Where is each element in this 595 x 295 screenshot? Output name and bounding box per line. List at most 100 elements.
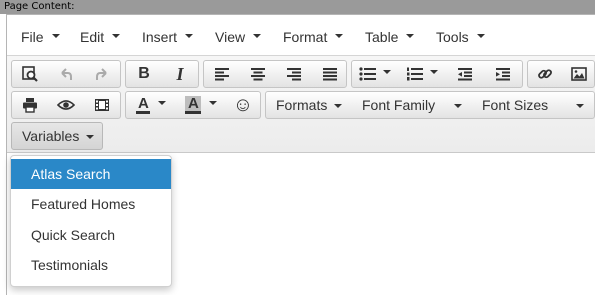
chevron-down-icon (334, 104, 342, 108)
variables-group: Variables (11, 122, 103, 150)
bold-button[interactable]: B (126, 61, 162, 87)
font-sizes-label: Font Sizes (482, 97, 549, 113)
variables-menu: Atlas Search Featured Homes Quick Search… (10, 155, 172, 287)
history-group (11, 60, 121, 88)
menu-tools-label: Tools (436, 29, 469, 45)
text-color-button[interactable]: A (126, 92, 176, 118)
media-group (11, 91, 121, 119)
menu-edit[interactable]: Edit (80, 28, 121, 46)
menu-insert[interactable]: Insert (142, 28, 194, 46)
formats-dropdown[interactable]: Formats (266, 92, 352, 118)
toolbar: B I A A ☺ Formats Font Family Font Sizes… (7, 55, 595, 153)
menu-edit-label: Edit (80, 29, 105, 45)
text-color-swatch (136, 111, 150, 114)
redo-button[interactable] (84, 61, 120, 87)
outdent-button[interactable] (446, 61, 484, 87)
variables-dropdown[interactable]: Variables (12, 123, 102, 149)
chevron-down-icon (576, 104, 584, 108)
background-color-button[interactable]: A (176, 92, 226, 118)
font-sizes-dropdown[interactable]: Font Sizes (472, 92, 594, 118)
film-icon (95, 99, 109, 111)
align-right-button[interactable] (276, 61, 312, 87)
menu-tools[interactable]: Tools (436, 28, 485, 46)
formats-label: Formats (276, 97, 328, 113)
variables-menu-item-featured-homes[interactable]: Featured Homes (11, 189, 171, 219)
align-left-icon (215, 68, 229, 81)
find-replace-button[interactable] (12, 61, 48, 87)
outdent-icon (458, 68, 472, 81)
print-icon (23, 98, 37, 113)
redo-icon (96, 68, 107, 80)
align-left-button[interactable] (204, 61, 240, 87)
align-center-icon (251, 68, 265, 81)
chevron-down-icon (185, 34, 194, 39)
variables-menu-item-testimonials[interactable]: Testimonials (11, 250, 171, 280)
menu-bar: File Edit Insert View Format Table Tools (7, 15, 595, 55)
bullet-list-icon (359, 67, 376, 81)
chevron-down-icon (51, 34, 60, 39)
chevron-down-icon (209, 101, 217, 105)
menu-insert-label: Insert (142, 29, 178, 45)
menu-table[interactable]: Table (365, 28, 415, 46)
print-button[interactable] (12, 92, 48, 118)
font-family-dropdown[interactable]: Font Family (352, 92, 472, 118)
text-color-glyph: A (138, 95, 149, 112)
eye-icon (57, 100, 75, 110)
background-color-glyph: A (188, 95, 199, 112)
variables-menu-item-quick-search[interactable]: Quick Search (11, 220, 171, 250)
background-color-icon: A (185, 95, 201, 115)
align-group (203, 60, 347, 88)
chevron-down-icon (112, 34, 121, 39)
image-icon (571, 67, 587, 81)
insert-image-button[interactable] (562, 61, 595, 87)
chevron-down-icon (476, 34, 485, 39)
preview-button[interactable] (48, 92, 84, 118)
rich-text-editor: File Edit Insert View Format Table Tools… (6, 14, 595, 295)
text-color-icon: A (136, 95, 150, 115)
indent-icon (496, 68, 510, 81)
menu-table-label: Table (365, 29, 399, 45)
italic-button[interactable]: I (162, 61, 198, 87)
color-group: A A ☺ (125, 91, 261, 119)
align-justify-button[interactable] (312, 61, 348, 87)
undo-icon (61, 68, 72, 80)
background-color-underline (185, 111, 201, 114)
chevron-down-icon (86, 135, 94, 139)
align-right-icon (287, 68, 301, 81)
chevron-down-icon (253, 34, 262, 39)
emoticon-icon: ☺ (232, 94, 254, 116)
menu-file[interactable]: File (21, 28, 60, 46)
bold-icon: B (138, 65, 150, 82)
chevron-down-icon (158, 101, 166, 105)
insert-link-button[interactable] (528, 61, 562, 87)
menu-file-label: File (21, 29, 44, 45)
align-center-button[interactable] (240, 61, 276, 87)
chevron-down-icon (406, 34, 415, 39)
menu-format[interactable]: Format (283, 28, 344, 46)
chevron-down-icon (335, 34, 344, 39)
menu-view-label: View (215, 29, 246, 45)
list-group (351, 60, 523, 88)
numbered-list-icon (407, 67, 423, 81)
page-content-label: Page Content: (0, 0, 595, 14)
insert-group (527, 60, 595, 88)
italic-icon: I (176, 63, 184, 84)
basic-format-group: B I (125, 60, 199, 88)
undo-button[interactable] (48, 61, 84, 87)
chevron-down-icon (383, 70, 391, 74)
find-replace-icon (22, 66, 38, 82)
numbered-list-button[interactable] (398, 61, 446, 87)
emoticons-button[interactable]: ☺ (226, 92, 260, 118)
link-icon (538, 69, 552, 79)
chevron-down-icon (454, 104, 462, 108)
indent-button[interactable] (484, 61, 522, 87)
insert-media-button[interactable] (84, 92, 120, 118)
chevron-down-icon (430, 70, 438, 74)
font-family-label: Font Family (362, 97, 436, 113)
menu-view[interactable]: View (215, 28, 262, 46)
variables-label: Variables (22, 128, 80, 144)
variables-menu-item-atlas-search[interactable]: Atlas Search (11, 159, 171, 189)
format-select-group: Formats Font Family Font Sizes (265, 91, 595, 119)
bullet-list-button[interactable] (352, 61, 398, 87)
menu-format-label: Format (283, 29, 328, 45)
